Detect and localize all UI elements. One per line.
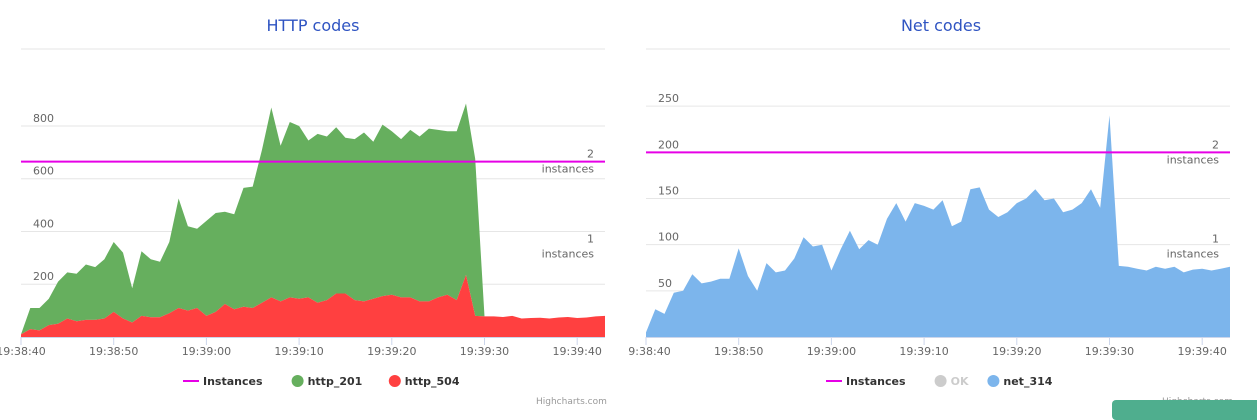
- y-tick-label: 150: [658, 185, 679, 198]
- x-tick-label: 19:39:30: [1085, 345, 1134, 358]
- instances-label-number: 1: [1212, 233, 1219, 246]
- x-tick-label: 19:39:40: [1177, 345, 1226, 358]
- x-tick-label: 19:39:10: [274, 345, 323, 358]
- y-tick-label: 200: [33, 270, 54, 283]
- x-tick-label: 19:39:20: [992, 345, 1041, 358]
- legend-label: net_314: [1003, 375, 1052, 388]
- legend-item-instances[interactable]: Instances: [826, 375, 906, 388]
- plotline-label-number: 2: [587, 148, 594, 161]
- y-tick-label: 600: [33, 165, 54, 178]
- area-series-net_314[interactable]: [646, 115, 1230, 338]
- y-tick-label: 250: [658, 92, 679, 105]
- legend-item-ok[interactable]: OK: [934, 375, 969, 388]
- x-tick-label: 19:39:10: [899, 345, 948, 358]
- x-tick-label: 19:38:50: [714, 345, 763, 358]
- legend-dot-symbol: [291, 375, 304, 387]
- credit-link[interactable]: Highcharts.com: [536, 397, 607, 407]
- y-tick-label: 50: [658, 277, 672, 290]
- x-tick-label: 19:39:00: [807, 345, 856, 358]
- http-codes-plot: 200 400 600 800 19:38:40 19:38:50 19:39:00 19:3…: [0, 48, 605, 388]
- legend-label: http_201: [308, 375, 363, 388]
- instances-label-number: 1: [587, 233, 594, 246]
- plotline-label-number: 2: [1212, 138, 1219, 151]
- http-codes-chart: HTTP codes 200 400 600 800 19:38:40 19:38:50 1…: [0, 0, 626, 415]
- y-tick-label: 400: [33, 217, 54, 230]
- legend-label: Instances: [203, 375, 263, 388]
- instances-label-unit: instances: [1167, 248, 1220, 261]
- x-tick-label: 19:38:40: [628, 345, 671, 358]
- legend-dot-symbol: [934, 375, 947, 387]
- legend-label: OK: [951, 375, 969, 388]
- net-codes-chart: Net codes 5010015020025019:38:4019:38:50…: [628, 0, 1254, 415]
- x-tick-label: 19:39:40: [552, 345, 601, 358]
- legend-item-http_504[interactable]: http_504: [388, 375, 460, 388]
- y-tick-label: 200: [658, 138, 679, 151]
- legend-dot-symbol: [987, 375, 1000, 387]
- y-tick-label: 800: [33, 112, 54, 125]
- legend-item-net_314[interactable]: net_314: [987, 375, 1053, 388]
- x-tick-label: 19:39:30: [460, 345, 509, 358]
- legend-item-http_201[interactable]: http_201: [291, 375, 363, 388]
- y-tick-label: 100: [658, 231, 679, 244]
- notification-toast[interactable]: [1112, 400, 1257, 420]
- net-codes-plot: 50 100 150 200 250 19:38:40 19:38:50 19:39:00 19…: [628, 48, 1230, 388]
- plotline-label-unit: instances: [1167, 153, 1220, 166]
- plotline-label-unit: instances: [542, 163, 595, 176]
- legend-item-instances[interactable]: Instances: [183, 375, 263, 388]
- x-tick-label: 19:38:50: [89, 345, 138, 358]
- area-series-http_201[interactable]: [21, 103, 605, 335]
- x-tick-label: 19:39:20: [367, 345, 416, 358]
- legend-label: Instances: [846, 375, 906, 388]
- instances-label-unit: instances: [542, 248, 595, 261]
- x-tick-label: 19:38:40: [0, 345, 46, 358]
- x-tick-label: 19:39:00: [182, 345, 231, 358]
- legend-dot-symbol: [388, 375, 401, 387]
- legend-label: http_504: [405, 375, 460, 388]
